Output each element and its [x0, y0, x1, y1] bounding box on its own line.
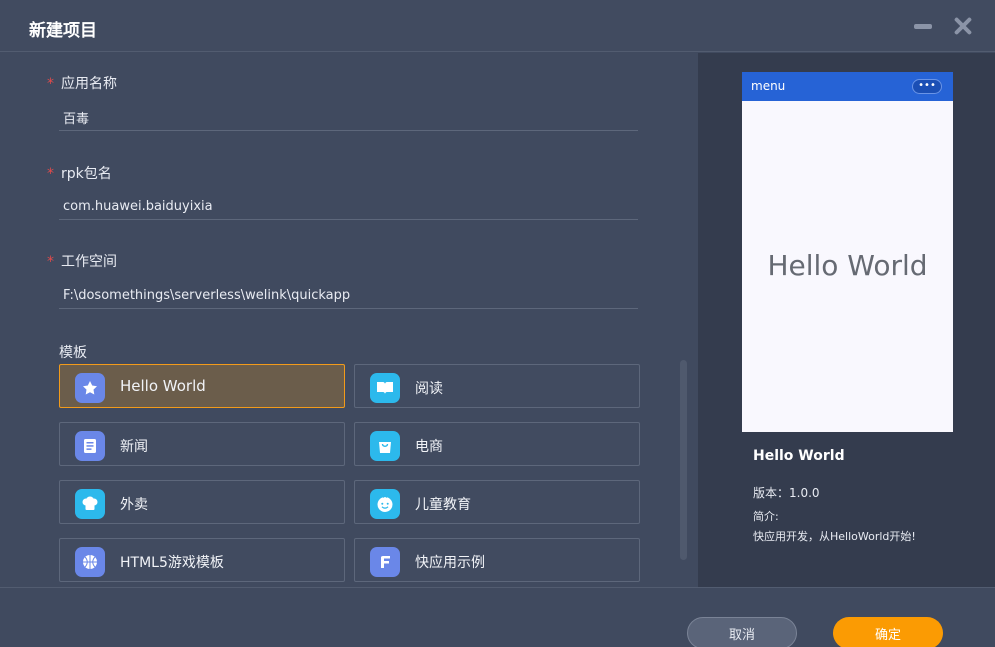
workspace-label: * 工作空间 — [47, 254, 117, 270]
preview-panel: menu ••• Hello World Hello World 版本：1.0.… — [698, 53, 995, 587]
template-scrollbar[interactable] — [680, 360, 687, 560]
form-panel: *应用名称 *rpk包名 *工作空间 模板 Hello World 阅读 新闻 … — [0, 53, 697, 587]
template-intro-label: 简介: — [753, 510, 779, 523]
chef-hat-icon — [75, 489, 105, 519]
template-intro: 快应用开发，从HelloWorld开始! — [753, 530, 916, 543]
news-icon — [75, 431, 105, 461]
rpk-name-input[interactable] — [59, 194, 638, 220]
close-button[interactable] — [951, 14, 975, 38]
template-title: Hello World — [753, 448, 845, 464]
phone-preview: menu ••• Hello World — [742, 72, 953, 432]
workspace-input[interactable] — [59, 283, 638, 309]
minimize-button[interactable] — [911, 14, 935, 38]
template-takeout[interactable]: 外卖 — [59, 480, 345, 524]
cancel-button[interactable]: 取消 — [687, 617, 797, 647]
book-icon — [370, 373, 400, 403]
basketball-icon — [75, 547, 105, 577]
template-hello-world[interactable]: Hello World — [59, 364, 345, 408]
required-mark: * — [47, 76, 54, 92]
required-mark: * — [47, 254, 54, 270]
shopping-bag-icon — [370, 431, 400, 461]
rpk-name-label: * rpk包名 — [47, 166, 112, 182]
dialog-footer: 取消 确定 — [0, 587, 995, 647]
child-face-icon — [370, 489, 400, 519]
confirm-button[interactable]: 确定 — [833, 617, 943, 647]
template-ecommerce[interactable]: 电商 — [354, 422, 640, 466]
template-label: 模板 — [59, 345, 87, 361]
app-name-label: * 应用名称 — [47, 76, 117, 92]
phone-title-bar: menu ••• — [742, 72, 953, 101]
star-icon — [75, 373, 105, 403]
f-letter-icon — [370, 547, 400, 577]
app-name-input[interactable] — [59, 105, 638, 131]
more-dots-icon: ••• — [912, 79, 942, 94]
template-reading[interactable]: 阅读 — [354, 364, 640, 408]
template-version: 版本：1.0.0 — [753, 486, 820, 500]
template-news[interactable]: 新闻 — [59, 422, 345, 466]
phone-hello-text: Hello World — [767, 249, 928, 282]
title-bar: 新建项目 — [0, 0, 995, 52]
template-html5-game[interactable]: HTML5游戏模板 — [59, 538, 345, 582]
template-kids-education[interactable]: 儿童教育 — [354, 480, 640, 524]
template-quickapp-sample[interactable]: 快应用示例 — [354, 538, 640, 582]
phone-menu-label: menu — [751, 79, 786, 93]
required-mark: * — [47, 166, 54, 182]
dialog-title: 新建项目 — [29, 21, 97, 41]
